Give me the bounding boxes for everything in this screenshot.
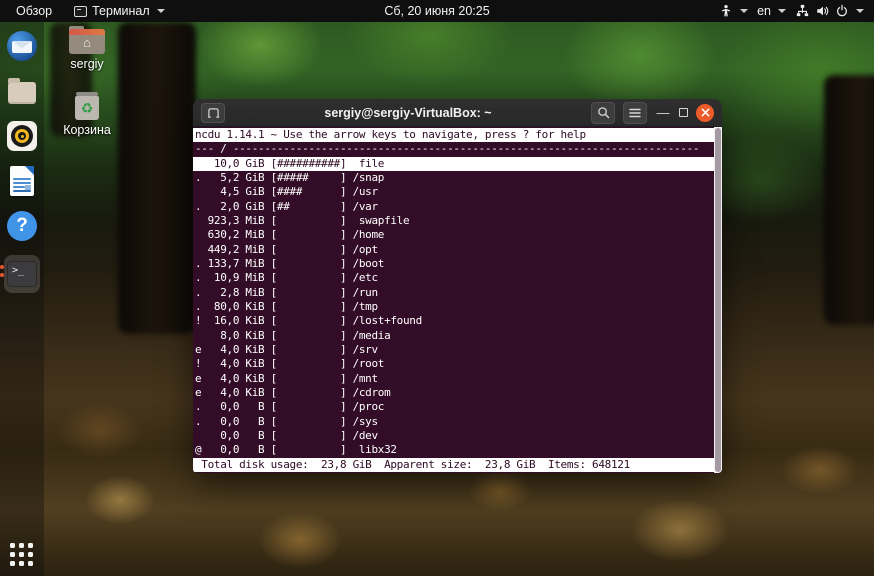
ncdu-entry-row: 8,0 KiB [ ] /media bbox=[195, 328, 391, 342]
ncdu-entry-row: e 4,0 KiB [ ] /mnt bbox=[195, 371, 378, 385]
trash-icon: ♻ bbox=[73, 92, 101, 120]
ncdu-entry-row: e 4,0 KiB [ ] /cdrom bbox=[195, 385, 391, 399]
scrollbar[interactable] bbox=[714, 127, 722, 473]
dock-item-rhythmbox[interactable] bbox=[6, 120, 38, 152]
ncdu-entry-row: . 0,0 B [ ] /proc bbox=[195, 400, 385, 414]
network-wired-icon bbox=[795, 4, 810, 18]
ncdu-entry-row: . 2,8 MiB [ ] /run bbox=[195, 285, 378, 299]
desktop: Обзор Терминал Сб, 20 июня 20:25 en ? >_… bbox=[0, 0, 874, 576]
rhythmbox-icon bbox=[7, 121, 37, 151]
tree-trunk bbox=[824, 75, 874, 325]
desktop-icon-trash[interactable]: ♻ Корзина bbox=[55, 92, 119, 137]
dock-item-terminal[interactable]: >_ bbox=[0, 255, 40, 293]
new-tab-icon bbox=[207, 107, 219, 118]
ncdu-entry-row: 4,5 GiB [#### ] /usr bbox=[195, 185, 378, 199]
terminal-rows: ncdu 1.14.1 ~ Use the arrow keys to navi… bbox=[193, 128, 715, 473]
app-menu[interactable]: Терминал bbox=[74, 4, 165, 18]
chevron-down-icon bbox=[156, 9, 165, 13]
power-icon bbox=[835, 4, 849, 18]
terminal-content[interactable]: ncdu 1.14.1 ~ Use the arrow keys to navi… bbox=[193, 127, 722, 473]
app-menu-label: Терминал bbox=[92, 4, 150, 18]
terminal-app-icon bbox=[74, 5, 88, 17]
ncdu-entry-row: 923,3 MiB [ ] swapfile bbox=[195, 213, 410, 227]
dock-item-libreoffice-writer[interactable] bbox=[6, 165, 38, 197]
running-indicator bbox=[0, 265, 4, 277]
chevron-down-icon bbox=[856, 9, 864, 13]
ncdu-entry-row: e 4,0 KiB [ ] /srv bbox=[195, 342, 378, 356]
accessibility-icon bbox=[719, 4, 733, 18]
window-titlebar[interactable]: sergiy@sergiy-VirtualBox: ~ — bbox=[193, 99, 722, 127]
ncdu-entry-row: . 2,0 GiB [## ] /var bbox=[195, 199, 378, 213]
hamburger-menu-icon bbox=[629, 108, 641, 117]
scrollbar-thumb[interactable] bbox=[715, 128, 721, 472]
keyboard-layout-label: en bbox=[757, 4, 771, 18]
terminal-icon: >_ bbox=[7, 261, 37, 287]
ncdu-header-row: ncdu 1.14.1 ~ Use the arrow keys to navi… bbox=[193, 128, 715, 143]
dock-item-help[interactable]: ? bbox=[6, 210, 38, 242]
ncdu-entry-row: 630,2 MiB [ ] /home bbox=[195, 228, 385, 242]
dock-item-files[interactable] bbox=[6, 75, 38, 107]
help-icon: ? bbox=[7, 211, 37, 241]
volume-icon bbox=[815, 4, 830, 18]
clock[interactable]: Сб, 20 июня 20:25 bbox=[384, 0, 489, 22]
thunderbird-icon bbox=[7, 31, 37, 61]
window-title: sergiy@sergiy-VirtualBox: ~ bbox=[324, 105, 492, 120]
ncdu-entry-row: @ 0,0 B [ ] libx32 bbox=[195, 443, 397, 457]
ncdu-entry-row: ! 16,0 KiB [ ] /lost+found bbox=[195, 314, 422, 328]
accessibility-menu[interactable] bbox=[719, 4, 749, 18]
desktop-icon-label: Корзина bbox=[63, 123, 111, 137]
minimize-button[interactable]: — bbox=[655, 106, 671, 119]
ncdu-entry-row: ! 4,0 KiB [ ] /root bbox=[195, 357, 385, 371]
search-button[interactable] bbox=[591, 101, 615, 124]
terminal-window: sergiy@sergiy-VirtualBox: ~ — ncdu 1.14.… bbox=[193, 99, 722, 473]
ncdu-entry-row: 10,0 GiB [##########] file bbox=[193, 156, 715, 171]
desktop-icon-home[interactable]: ⌂ sergiy bbox=[55, 26, 119, 71]
maximize-button[interactable] bbox=[679, 108, 688, 117]
top-bar: Обзор Терминал Сб, 20 июня 20:25 en bbox=[0, 0, 874, 22]
desktop-icon-label: sergiy bbox=[70, 57, 104, 71]
dock: ? >_ bbox=[0, 22, 44, 576]
ncdu-entry-row: 449,2 MiB [ ] /opt bbox=[195, 242, 379, 256]
chevron-down-icon bbox=[778, 9, 786, 13]
chevron-down-icon bbox=[740, 9, 749, 13]
libreoffice-writer-icon bbox=[10, 166, 34, 196]
close-icon bbox=[701, 108, 709, 117]
close-button[interactable] bbox=[696, 103, 714, 122]
ncdu-footer-row: Total disk usage: 23,8 GiB Apparent size… bbox=[193, 457, 715, 472]
activities-button[interactable]: Обзор bbox=[16, 4, 52, 18]
home-folder-icon: ⌂ bbox=[69, 26, 105, 54]
menu-button[interactable] bbox=[623, 101, 647, 124]
tree-trunk bbox=[118, 22, 196, 334]
ncdu-entry-row: . 133,7 MiB [ ] /boot bbox=[195, 256, 385, 270]
files-icon bbox=[8, 78, 36, 104]
show-applications-button[interactable] bbox=[10, 542, 34, 566]
ncdu-entry-row: . 5,2 GiB [##### ] /snap bbox=[195, 170, 385, 184]
ncdu-path-row: --- / ----------------------------------… bbox=[195, 142, 700, 156]
system-status-menu[interactable] bbox=[795, 4, 864, 18]
ncdu-entry-row: . 0,0 B [ ] /sys bbox=[195, 414, 378, 428]
keyboard-layout-menu[interactable]: en bbox=[757, 4, 786, 18]
activities-label: Обзор bbox=[16, 4, 53, 18]
new-tab-button[interactable] bbox=[201, 102, 225, 123]
dock-item-thunderbird[interactable] bbox=[6, 30, 38, 62]
search-icon bbox=[597, 107, 609, 119]
ncdu-entry-row: . 10,9 MiB [ ] /etc bbox=[195, 271, 378, 285]
ncdu-entry-row: . 80,0 KiB [ ] /tmp bbox=[195, 299, 378, 313]
ncdu-entry-row: 0,0 B [ ] /dev bbox=[195, 428, 378, 442]
